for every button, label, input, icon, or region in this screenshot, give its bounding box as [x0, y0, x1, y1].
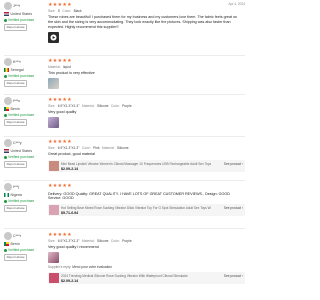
- avatar: [4, 232, 12, 240]
- reviewer-info: C***y United States Verified purchase Re…: [4, 139, 46, 169]
- see-product-link[interactable]: See product ›: [224, 206, 243, 210]
- reviewer-name: J***i: [13, 3, 20, 8]
- reviewer-country: United States: [4, 149, 46, 153]
- review-text: These robes are beautiful! I purchased t…: [48, 15, 238, 29]
- product-title: Mini Bead Lipstick Vibrator Women's Clit…: [61, 161, 211, 166]
- review-attributes: Material: liquid: [48, 64, 71, 69]
- photo-thumbnail-icon[interactable]: [48, 251, 59, 263]
- product-price: $5.71-6.94: [61, 210, 79, 215]
- reviewer-info: K***r Senegal Verified purchase Report a…: [4, 58, 46, 88]
- flag-icon: [4, 68, 9, 72]
- avatar: [4, 2, 12, 10]
- product-image: [49, 160, 59, 171]
- review-content: ★★★★★ Material: liquid This product is v…: [48, 58, 245, 89]
- report-abuse-button[interactable]: Report abuse: [4, 254, 28, 262]
- reviewer-name: K***r: [13, 59, 21, 64]
- review-item: I***c Benin Verified purchase Report abu…: [0, 97, 249, 131]
- product-card[interactable]: Mini Bead Lipstick Vibrator Women's Clit…: [48, 159, 245, 172]
- product-card[interactable]: Hot Selling Bear Mixed Rose Sucking Vibr…: [48, 204, 245, 217]
- review-text: Delivery: GOOD Quality: GREAT QUALITY. I…: [48, 191, 230, 201]
- verified-check-icon: [4, 113, 7, 117]
- review-text: Very good quality I recommend: [48, 245, 99, 250]
- review-attributes: Size: 6.9"X1.3"X1.3" Color: Pink Materia…: [48, 145, 129, 150]
- review-item: C***y United States Verified purchase Re…: [0, 139, 249, 177]
- verified-check-icon: [4, 155, 7, 159]
- review-attributes: Size: S Color: Black: [48, 8, 82, 13]
- avatar: [4, 97, 12, 105]
- star-rating: ★★★★★: [48, 58, 72, 64]
- flag-icon: [4, 149, 9, 153]
- product-price: $2.09-2.14: [61, 278, 79, 283]
- review-attributes: Size: 6.9"X1.3"X1.3" Material: Silicone …: [48, 238, 132, 243]
- star-rating: ★★★★★: [48, 97, 72, 103]
- verified-purchase: Verified purchase: [4, 113, 46, 117]
- product-card[interactable]: 2024 Trending Medical Silicone Rose Suck…: [48, 272, 245, 285]
- verified-check-icon: [4, 199, 7, 203]
- product-price: $2.09-2.14: [61, 166, 79, 171]
- product-image: [49, 205, 59, 216]
- reviewer-country: Nigeria: [4, 193, 46, 197]
- reviewer-info: C***r Benin Verified purchase Report abu…: [4, 232, 46, 262]
- verified-purchase: Verified purchase: [4, 18, 46, 22]
- reviewer-info: J***i United States Verified purchase Re…: [4, 2, 46, 32]
- reviewer-country: United States: [4, 12, 46, 16]
- report-abuse-button[interactable]: Report abuse: [4, 119, 28, 127]
- review-content: ★★★★★ Size: 6.9"X1.3"X1.3" Material: Sil…: [48, 97, 245, 128]
- see-product-link[interactable]: See product ›: [224, 274, 243, 278]
- review-content: ★★★★★ Size: S Color: Black These robes a…: [48, 2, 245, 43]
- review-content: ★★★★★ Delivery: GOOD Quality: GREAT QUAL…: [48, 183, 245, 217]
- review-item: I***j Nigeria Verified purchase Report a…: [0, 183, 249, 223]
- report-abuse-button[interactable]: Report abuse: [4, 161, 28, 169]
- photo-thumbnail-icon[interactable]: [48, 116, 59, 128]
- flag-icon: [4, 107, 9, 111]
- photo-thumbnail-icon[interactable]: [48, 77, 59, 89]
- verified-purchase: Verified purchase: [4, 248, 46, 252]
- reviewer-name: I***c: [13, 98, 20, 103]
- report-abuse-button[interactable]: Report abuse: [4, 24, 28, 32]
- report-abuse-button[interactable]: Report abuse: [4, 205, 28, 213]
- review-content: ★★★★★ Size: 6.9"X1.3"X1.3" Material: Sil…: [48, 232, 245, 285]
- verified-check-icon: [4, 74, 7, 78]
- verified-purchase: Verified purchase: [4, 155, 46, 159]
- avatar: [4, 58, 12, 66]
- review-content: ★★★★★ Size: 6.9"X1.3"X1.3" Color: Pink M…: [48, 139, 245, 172]
- reviewer-country: Benin: [4, 242, 46, 246]
- reviewer-info: I***c Benin Verified purchase Report abu…: [4, 97, 46, 127]
- see-product-link[interactable]: See product ›: [224, 162, 243, 166]
- reviewer-name: I***j: [13, 184, 19, 189]
- star-rating: ★★★★★: [48, 139, 72, 145]
- reviewer-country: Benin: [4, 107, 46, 111]
- review-item: J***i United States Verified purchase Re…: [0, 2, 249, 52]
- flag-icon: [4, 12, 9, 16]
- star-rating: ★★★★★: [48, 183, 72, 189]
- report-abuse-button[interactable]: Report abuse: [4, 80, 28, 88]
- review-text: Very good quality: [48, 110, 77, 115]
- review-text: Great product, good material: [48, 152, 95, 157]
- verified-check-icon: [4, 18, 7, 22]
- star-rating: ★★★★★: [48, 232, 72, 238]
- product-image: [49, 273, 59, 284]
- review-item: C***r Benin Verified purchase Report abu…: [0, 232, 249, 300]
- review-item: K***r Senegal Verified purchase Report a…: [0, 58, 249, 92]
- supplier-reply: Supplier's reply: Merci pour votre évalu…: [48, 264, 113, 269]
- avatar: [4, 183, 12, 191]
- reviewer-name: C***r: [13, 233, 21, 238]
- video-thumbnail-icon[interactable]: [48, 31, 59, 43]
- review-text: This product is very effective: [48, 71, 95, 76]
- avatar: [4, 139, 12, 147]
- product-title: Hot Selling Bear Mixed Rose Sucking Vibr…: [61, 205, 211, 210]
- flag-icon: [4, 242, 9, 246]
- review-date: Apr 4, 2024: [228, 2, 245, 6]
- reviewer-name: C***y: [13, 140, 22, 145]
- verified-purchase: Verified purchase: [4, 74, 46, 78]
- verified-check-icon: [4, 248, 7, 252]
- star-rating: ★★★★★: [48, 2, 72, 8]
- reviewer-info: I***j Nigeria Verified purchase Report a…: [4, 183, 46, 213]
- product-title: 2024 Trending Medical Silicone Rose Suck…: [61, 273, 188, 278]
- verified-purchase: Verified purchase: [4, 199, 46, 203]
- review-attributes: Size: 6.9"X1.3"X1.3" Material: Silicone …: [48, 103, 132, 108]
- reviewer-country: Senegal: [4, 68, 46, 72]
- flag-icon: [4, 193, 9, 197]
